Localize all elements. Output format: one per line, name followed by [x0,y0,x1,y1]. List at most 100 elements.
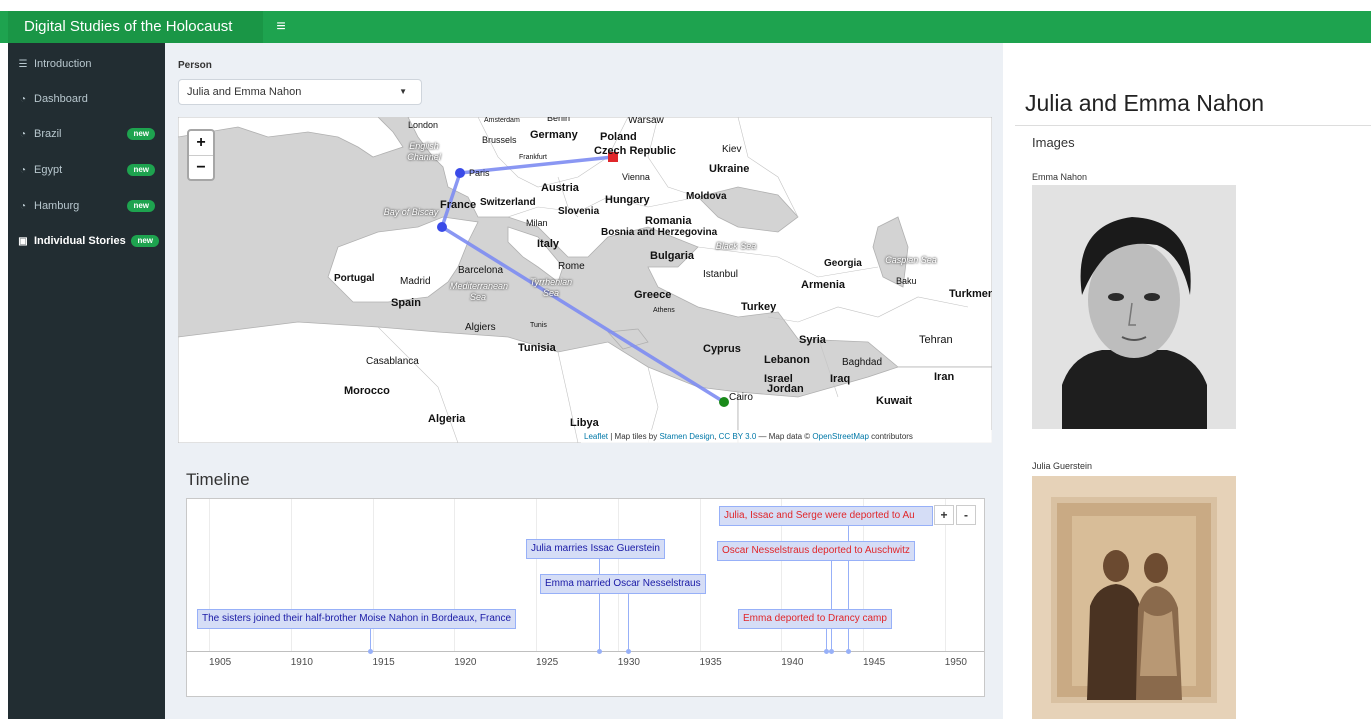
new-badge: new [127,128,155,140]
license-link[interactable]: CC BY 3.0 [719,432,757,441]
timeline-tick-label: 1950 [944,657,967,668]
timeline-event-dot [824,649,830,654]
timeline-event-dot [845,649,851,654]
map-label: Tunisia [518,342,556,354]
person-select[interactable]: Julia and Emma Nahon ▼ [178,79,422,105]
stamen-link[interactable]: Stamen Design [659,432,714,441]
map-label: Libya [570,417,599,429]
map-label: Czech Republic [594,145,676,157]
app-header: Digital Studies of the Holocaust ≡ [0,11,1371,43]
zoom-in-button[interactable]: + [189,131,213,155]
map-label: Italy [537,238,560,250]
timeline-event[interactable]: Julia marries Issac Guerstein [526,539,665,559]
map-label: Portugal [334,273,375,284]
portrait-photo [1032,185,1236,429]
timeline-event[interactable]: Emma married Oscar Nesselstraus [540,574,706,594]
timeline-event[interactable]: Julia, Issac and Serge were deported to … [719,506,933,526]
timeline-axis [187,651,984,652]
dashboard-icon: ◔ [19,129,27,140]
map-label: Armenia [801,279,846,291]
image-caption: Emma Nahon [1032,172,1088,182]
app-title[interactable]: Digital Studies of the Holocaust [8,11,263,43]
images-heading: Images [1032,135,1075,150]
timeline-event-dot [368,649,374,654]
sidebar-item-hamburg[interactable]: ◔ Hamburg new [8,190,165,222]
zoom-out-button[interactable]: − [189,155,213,179]
timeline-event[interactable]: The sisters joined their half-brother Mo… [197,609,517,629]
map-label: Madrid [400,276,431,287]
list-icon: ☰ [18,59,28,70]
osm-link[interactable]: OpenStreetMap [812,432,868,441]
sidebar-item-label: Dashboard [34,93,88,105]
map-label: Paris [469,168,490,178]
map-label: Poland [600,131,637,143]
sidebar-item-egypt[interactable]: ◔ Egypt new [8,154,165,186]
map-label: Cyprus [703,343,741,355]
map-label: Greece [634,289,672,301]
timeline-tick-label: 1905 [209,657,232,668]
map-label: Mediterranean Sea [450,281,509,302]
map-label: Hungary [605,194,650,206]
route-map[interactable]: London Amsterdam Berlin Warsaw Brussels Germa… [178,117,992,443]
map-label: Warsaw [628,117,664,126]
sidebar-item-individual-stories[interactable]: ▣ Individual Stories new [8,225,165,257]
map-canvas [178,117,992,443]
map-label: Ukraine [709,163,750,175]
map-label: Georgia [824,258,862,269]
divider [1015,125,1371,126]
person-title: Julia and Emma Nahon [1025,90,1265,116]
map-label: Romania [645,215,692,227]
map-label: Syria [799,334,826,346]
map-label: Spain [391,297,421,309]
timeline-event-stem [599,559,601,651]
sidebar-item-label: Brazil [34,128,62,140]
map-label: Tyrrhenian Sea [529,277,573,298]
map-label: Athens [653,307,675,314]
hamburger-icon[interactable]: ≡ [266,11,296,43]
map-label: Milan [526,218,548,228]
person-select-value: Julia and Emma Nahon [187,86,302,98]
map-label: Baghdad [842,357,883,368]
map-label: Iran [934,371,955,383]
map-label: Kuwait [876,395,913,407]
timeline-event-stem [370,629,372,651]
sidebar-item-introduction[interactable]: ☰ Introduction [8,48,165,80]
map-label: London [408,120,439,130]
leaflet-link[interactable]: Leaflet [584,432,608,441]
map-label: Rome [558,261,585,272]
timeline-event-stem [628,594,630,651]
sidebar-item-brazil[interactable]: ◔ Brazil new [8,118,165,150]
timeline-event[interactable]: Oscar Nesselstraus deported to Auschwitz [717,541,915,561]
timeline-event-stem [831,561,833,651]
timeline-tick-label: 1920 [454,657,477,668]
attribution-text: contributors [868,432,913,441]
map-label: Germany [530,129,578,141]
map-label: Amsterdam [484,117,520,124]
map-label: Moldova [686,191,727,202]
timeline-zoom-in-button[interactable]: + [934,505,954,525]
timeline-tick-label: 1925 [536,657,559,668]
timeline-zoom-out-button[interactable]: - [956,505,976,525]
map-label: Algeria [428,413,466,425]
timeline[interactable]: 1905 1910 1915 1920 1925 1930 1935 1940 1945 1950… [186,498,985,697]
user-box-icon: ▣ [18,236,28,247]
map-attribution: Leaflet | Map tiles by Stamen Design, CC… [581,430,992,443]
timeline-event-stem [826,629,828,651]
map-label: Lebanon [764,354,810,366]
map-label: Bosnia and Herzegovina [601,227,718,238]
map-label: Brussels [482,135,517,145]
map-label: Bulgaria [650,250,695,262]
new-badge: new [127,200,155,212]
sidebar-item-label: Hamburg [34,200,80,212]
timeline-event[interactable]: Emma deported to Drancy camp [738,609,892,629]
sidebar-item-label: Individual Stories [34,235,126,247]
attribution-text: — Map data © [756,432,813,441]
map-label: Caspian Sea [885,255,937,265]
map-label: Cairo [729,392,753,403]
sidebar-item-dashboard[interactable]: ◔ Dashboard [8,83,165,115]
map-zoom-control: + − [187,129,215,181]
sidebar: ☰ Introduction ◔ Dashboard ◔ Brazil new ◔ Eg… [8,43,165,719]
image-caption: Julia Guerstein [1032,461,1093,471]
map-label: Switzerland [480,197,536,208]
couple-photo [1032,476,1236,719]
